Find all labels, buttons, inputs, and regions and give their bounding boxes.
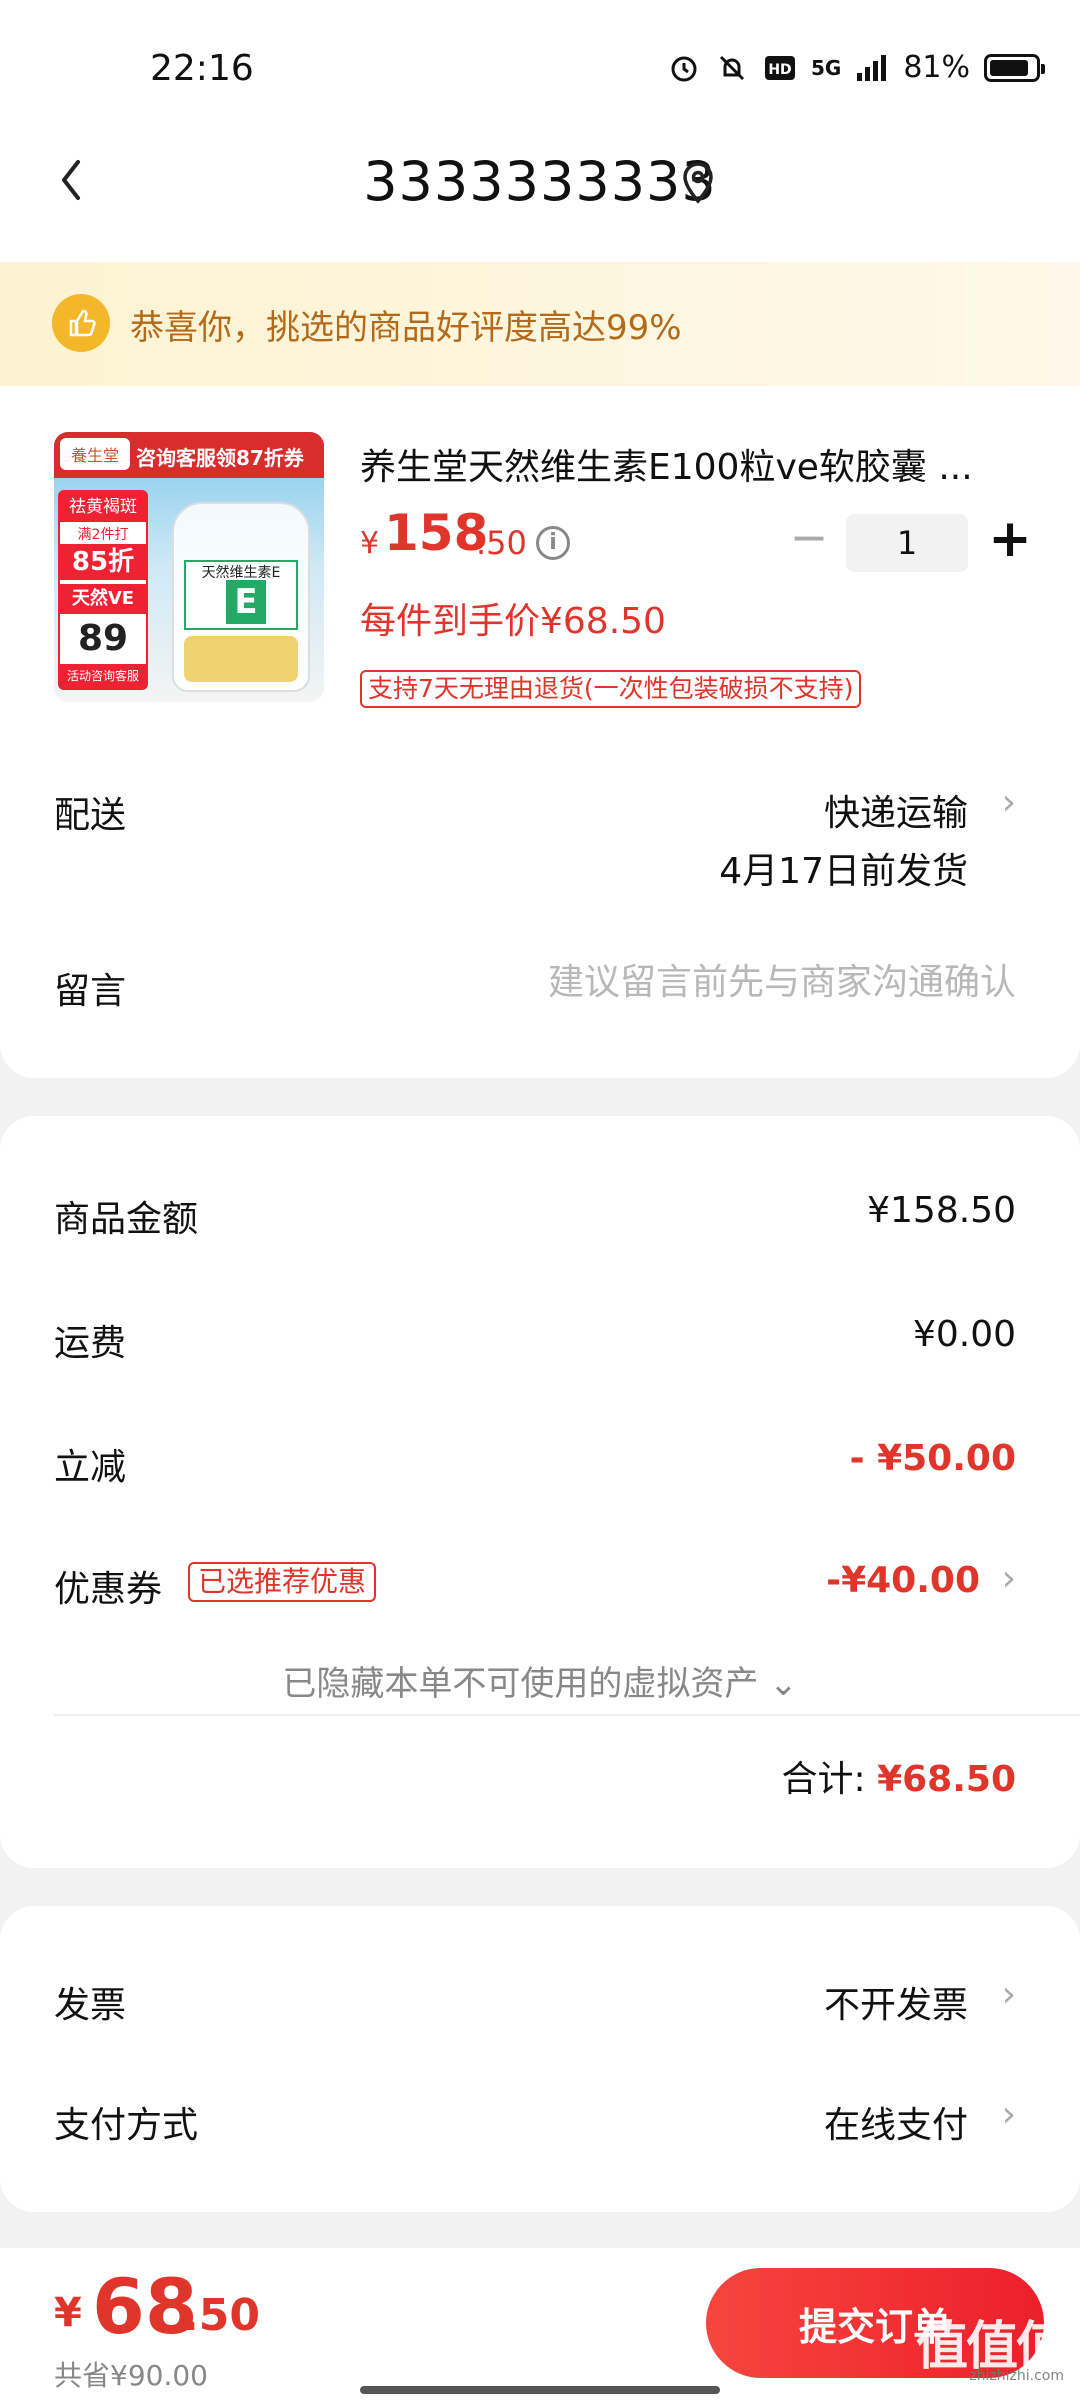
status-bar: 22:16 HD 5G 81% <box>0 0 1080 120</box>
saved-amount: 共省¥90.00 <box>54 2359 208 2392</box>
message-input[interactable] <box>396 952 1016 1012</box>
status-icons: HD 5G 81% <box>667 50 1045 85</box>
banner-text: 恭喜你，挑选的商品好评度高达99% <box>130 308 682 348</box>
goods-amount-value: ¥158.50 <box>867 1190 1016 1231</box>
return-policy-tag: 支持7天无理由退货(一次性包装破损不支持) <box>360 670 862 708</box>
total-value: ¥68.50 <box>877 1759 1016 1800</box>
alarm-icon <box>667 51 701 85</box>
coupon-value[interactable]: -¥40.00 <box>826 1560 980 1601</box>
amount-card: 商品金额 ¥158.50 运费 ¥0.00 立减 - ¥50.00 优惠券 已选… <box>0 1116 1080 1868</box>
total-row: 合计: ¥68.50 <box>781 1750 1016 1802</box>
payment-value[interactable]: 在线支付 <box>824 2096 968 2148</box>
invoice-label: 发票 <box>54 1985 127 2026</box>
shipping-label: 配送 <box>54 795 127 836</box>
svg-text:HD: HD <box>768 62 791 78</box>
promo-strip-text: 咨询客服领87折券 <box>136 446 304 470</box>
bottom-bar: ¥ 68 .50 共省¥90.00 提交订单 值值值 zhizhizhi.com <box>0 2248 1080 2400</box>
coupon-label: 优惠券 <box>54 1569 163 1610</box>
chevron-right-icon[interactable]: › <box>1002 2094 1016 2135</box>
order-card: 養生堂 咨询客服领87折券 祛黄褐斑 满2件打 85折 天然VE 89 活动咨询… <box>0 386 1080 1078</box>
coupon-tag[interactable]: 已选推荐优惠 <box>188 1562 377 1602</box>
signal-icon <box>855 51 889 85</box>
hd-icon: HD <box>763 51 797 85</box>
price-integer: 158 <box>384 504 489 562</box>
shipping-method[interactable]: 快递运输 <box>824 784 968 836</box>
invoice-value[interactable]: 不开发票 <box>824 1976 968 2028</box>
header: 3333333333 <box>0 120 1080 262</box>
promo-strip: 養生堂 咨询客服领87折券 <box>54 432 324 478</box>
freight-value: ¥0.00 <box>912 1314 1016 1355</box>
location-pin-icon[interactable] <box>678 160 718 206</box>
network-label: 5G <box>810 55 842 80</box>
quantity-increase-button[interactable]: + <box>984 510 1036 570</box>
freight-label: 运费 <box>54 1323 127 1364</box>
total-currency: ¥ <box>54 2290 82 2336</box>
product-image[interactable]: 養生堂 咨询客服领87折券 祛黄褐斑 满2件打 85折 天然VE 89 活动咨询… <box>54 432 324 702</box>
quantity-field[interactable]: 1 <box>846 514 968 572</box>
unit-price: 每件到手价¥68.50 <box>360 601 666 642</box>
brand-logo: 養生堂 <box>60 438 130 470</box>
bottle-label: 天然维生素E E <box>184 560 298 630</box>
promo-tag: 85折 <box>60 544 146 580</box>
price-currency: ¥ <box>360 526 380 561</box>
promo-tag: 天然VE <box>60 584 146 614</box>
bell-off-icon <box>715 51 749 85</box>
bottle-letter: E <box>226 580 266 624</box>
chevron-right-icon[interactable]: › <box>1002 1558 1016 1599</box>
total-label: 合计: <box>781 1759 866 1800</box>
watermark-url: zhizhizhi.com <box>969 2368 1064 2384</box>
promo-panel: 祛黄褐斑 满2件打 85折 天然VE 89 活动咨询客服 <box>58 490 148 690</box>
promo-price: 89 <box>77 618 129 659</box>
goods-amount-label: 商品金额 <box>54 1199 199 1240</box>
battery-percent: 81% <box>903 50 970 85</box>
battery-icon <box>984 53 1045 82</box>
page-title: 3333333333 <box>363 150 717 213</box>
bottle-label-text: 天然维生素E <box>201 565 281 581</box>
capsules-graphic <box>184 636 298 682</box>
price-decimal: .50 <box>476 524 527 562</box>
chevron-right-icon[interactable]: › <box>1002 1974 1016 2015</box>
thumbs-up-icon <box>52 294 110 352</box>
shipping-date: 4月17日前发货 <box>719 851 968 892</box>
promo-tag: 祛黄褐斑 <box>60 492 146 522</box>
product-title[interactable]: 养生堂天然维生素E100粒ve软胶囊 ... <box>360 438 1020 490</box>
invoice-payment-card: 发票 不开发票 › 支付方式 在线支付 › <box>0 1906 1080 2212</box>
discount-value: - ¥50.00 <box>849 1438 1016 1479</box>
home-indicator[interactable] <box>360 2386 720 2394</box>
rating-banner: 恭喜你，挑选的商品好评度高达99% <box>0 262 1080 386</box>
chevron-right-icon[interactable]: › <box>1002 782 1016 823</box>
promo-tag: 满2件打 <box>77 527 129 543</box>
bottle-graphic: 天然维生素E E <box>172 502 310 692</box>
total-decimal: .50 <box>182 2290 260 2341</box>
divider <box>54 1714 1080 1716</box>
message-label: 留言 <box>54 971 127 1012</box>
quantity-decrease-button[interactable]: − <box>786 514 832 562</box>
payment-label: 支付方式 <box>54 2105 199 2146</box>
chevron-down-icon: ⌄ <box>769 1664 798 1704</box>
hidden-assets-text: 已隐藏本单不可使用的虚拟资产 <box>282 1664 759 1704</box>
status-time: 22:16 <box>150 48 254 89</box>
info-icon[interactable]: i <box>536 526 570 560</box>
discount-label: 立减 <box>54 1447 127 1488</box>
hidden-assets-toggle[interactable]: 已隐藏本单不可使用的虚拟资产 ⌄ <box>0 1656 1080 1705</box>
promo-tag: 活动咨询客服 <box>60 664 146 688</box>
